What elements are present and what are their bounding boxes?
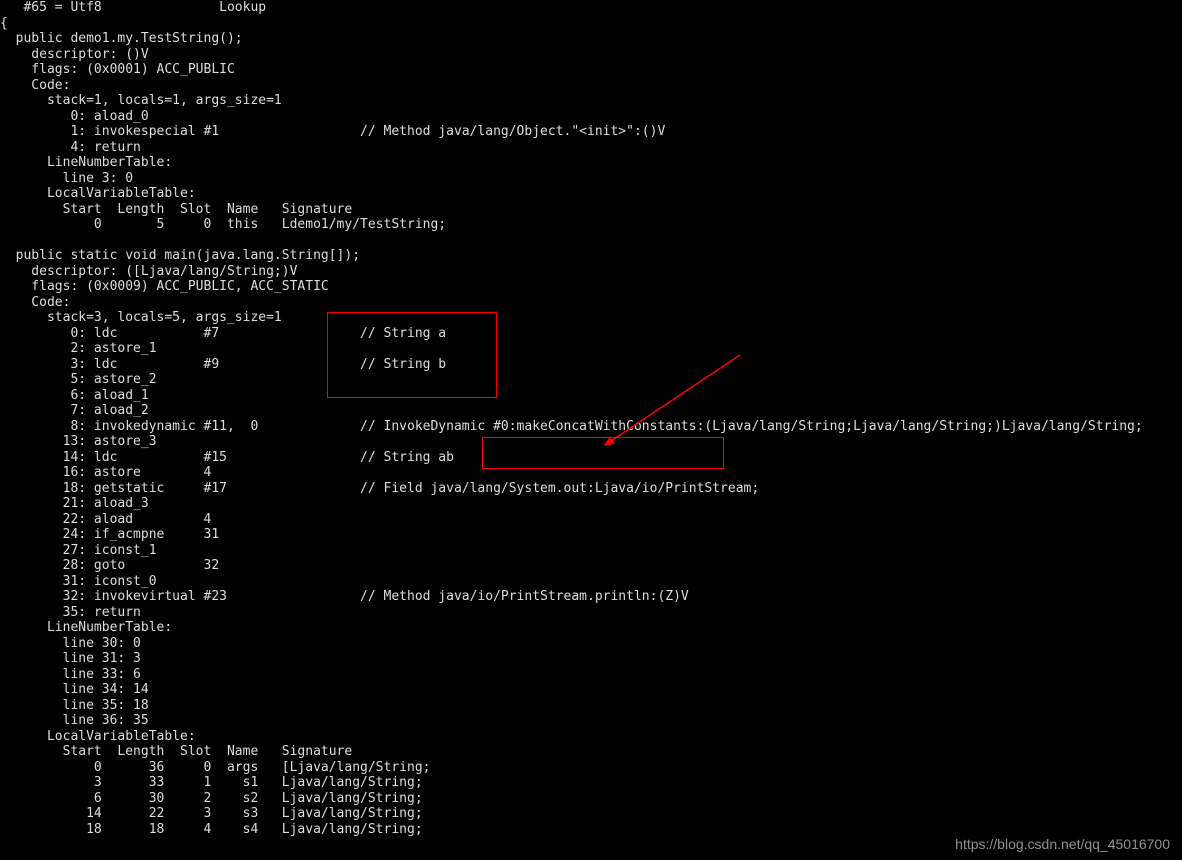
main-b2: 2: astore_1 (0, 341, 157, 356)
main-b22: 22: aload 4 (0, 512, 211, 527)
main-desc: descriptor: ([Ljava/lang/String;)V (0, 264, 297, 279)
main-b0: 0: ldc #7 // String a (0, 326, 446, 341)
main-b35: 35: return (0, 605, 141, 620)
main-b24: 24: if_acmpne 31 (0, 527, 219, 542)
const-65: #65 = Utf8 Lookup (0, 0, 266, 15)
main-ln30: line 30: 0 (0, 636, 141, 651)
main-b13: 13: astore_3 (0, 434, 157, 449)
main-lv4: 18 18 4 s4 Ljava/lang/String; (0, 822, 423, 837)
ctor-lnt: LineNumberTable: (0, 155, 172, 170)
main-b27: 27: iconst_1 (0, 543, 157, 558)
ctor-desc: descriptor: ()V (0, 47, 149, 62)
main-lv1: 3 33 1 s1 Ljava/lang/String; (0, 775, 423, 790)
main-b16: 16: astore 4 (0, 465, 211, 480)
main-b18: 18: getstatic #17 // Field java/lang/Sys… (0, 481, 759, 496)
open-brace: { (0, 16, 8, 31)
main-b14: 14: ldc #15 // String ab (0, 450, 454, 465)
ctor-stack: stack=1, locals=1, args_size=1 (0, 93, 282, 108)
ctor-sig: public demo1.my.TestString(); (0, 31, 243, 46)
watermark-text: https://blog.csdn.net/qq_45016700 (955, 837, 1170, 853)
main-b7: 7: aload_2 (0, 403, 149, 418)
main-b3: 3: ldc #9 // String b (0, 357, 446, 372)
main-ln33: line 33: 6 (0, 667, 141, 682)
ctor-lvh: Start Length Slot Name Signature (0, 202, 352, 217)
ctor-flags: flags: (0x0001) ACC_PUBLIC (0, 62, 235, 77)
ctor-b0: 0: aload_0 (0, 109, 149, 124)
main-sig: public static void main(java.lang.String… (0, 248, 360, 263)
main-lnt: LineNumberTable: (0, 620, 172, 635)
bytecode-listing: #65 = Utf8 Lookup { public demo1.my.Test… (0, 0, 1143, 837)
main-b21: 21: aload_3 (0, 496, 149, 511)
main-lvh: Start Length Slot Name Signature (0, 744, 352, 759)
ctor-lvr: 0 5 0 this Ldemo1/my/TestString; (0, 217, 446, 232)
main-ln36: line 36: 35 (0, 713, 149, 728)
main-lvt: LocalVariableTable: (0, 729, 196, 744)
ctor-b1: 1: invokespecial #1 // Method java/lang/… (0, 124, 665, 139)
main-flags: flags: (0x0009) ACC_PUBLIC, ACC_STATIC (0, 279, 329, 294)
main-lv3: 14 22 3 s3 Ljava/lang/String; (0, 806, 423, 821)
main-b32: 32: invokevirtual #23 // Method java/io/… (0, 589, 689, 604)
main-ln35: line 35: 18 (0, 698, 149, 713)
blank-1 (0, 233, 8, 248)
main-ln31: line 31: 3 (0, 651, 141, 666)
ctor-lvt: LocalVariableTable: (0, 186, 196, 201)
main-b31: 31: iconst_0 (0, 574, 157, 589)
main-b8: 8: invokedynamic #11, 0 // InvokeDynamic… (0, 419, 1143, 434)
ctor-code: Code: (0, 78, 70, 93)
main-lv0: 0 36 0 args [Ljava/lang/String; (0, 760, 430, 775)
main-code: Code: (0, 295, 70, 310)
main-ln34: line 34: 14 (0, 682, 149, 697)
ctor-b4: 4: return (0, 140, 141, 155)
main-lv2: 6 30 2 s2 Ljava/lang/String; (0, 791, 423, 806)
main-b28: 28: goto 32 (0, 558, 219, 573)
main-stack: stack=3, locals=5, args_size=1 (0, 310, 282, 325)
ctor-ln0: line 3: 0 (0, 171, 133, 186)
main-b5: 5: astore_2 (0, 372, 157, 387)
main-b6: 6: aload_1 (0, 388, 149, 403)
